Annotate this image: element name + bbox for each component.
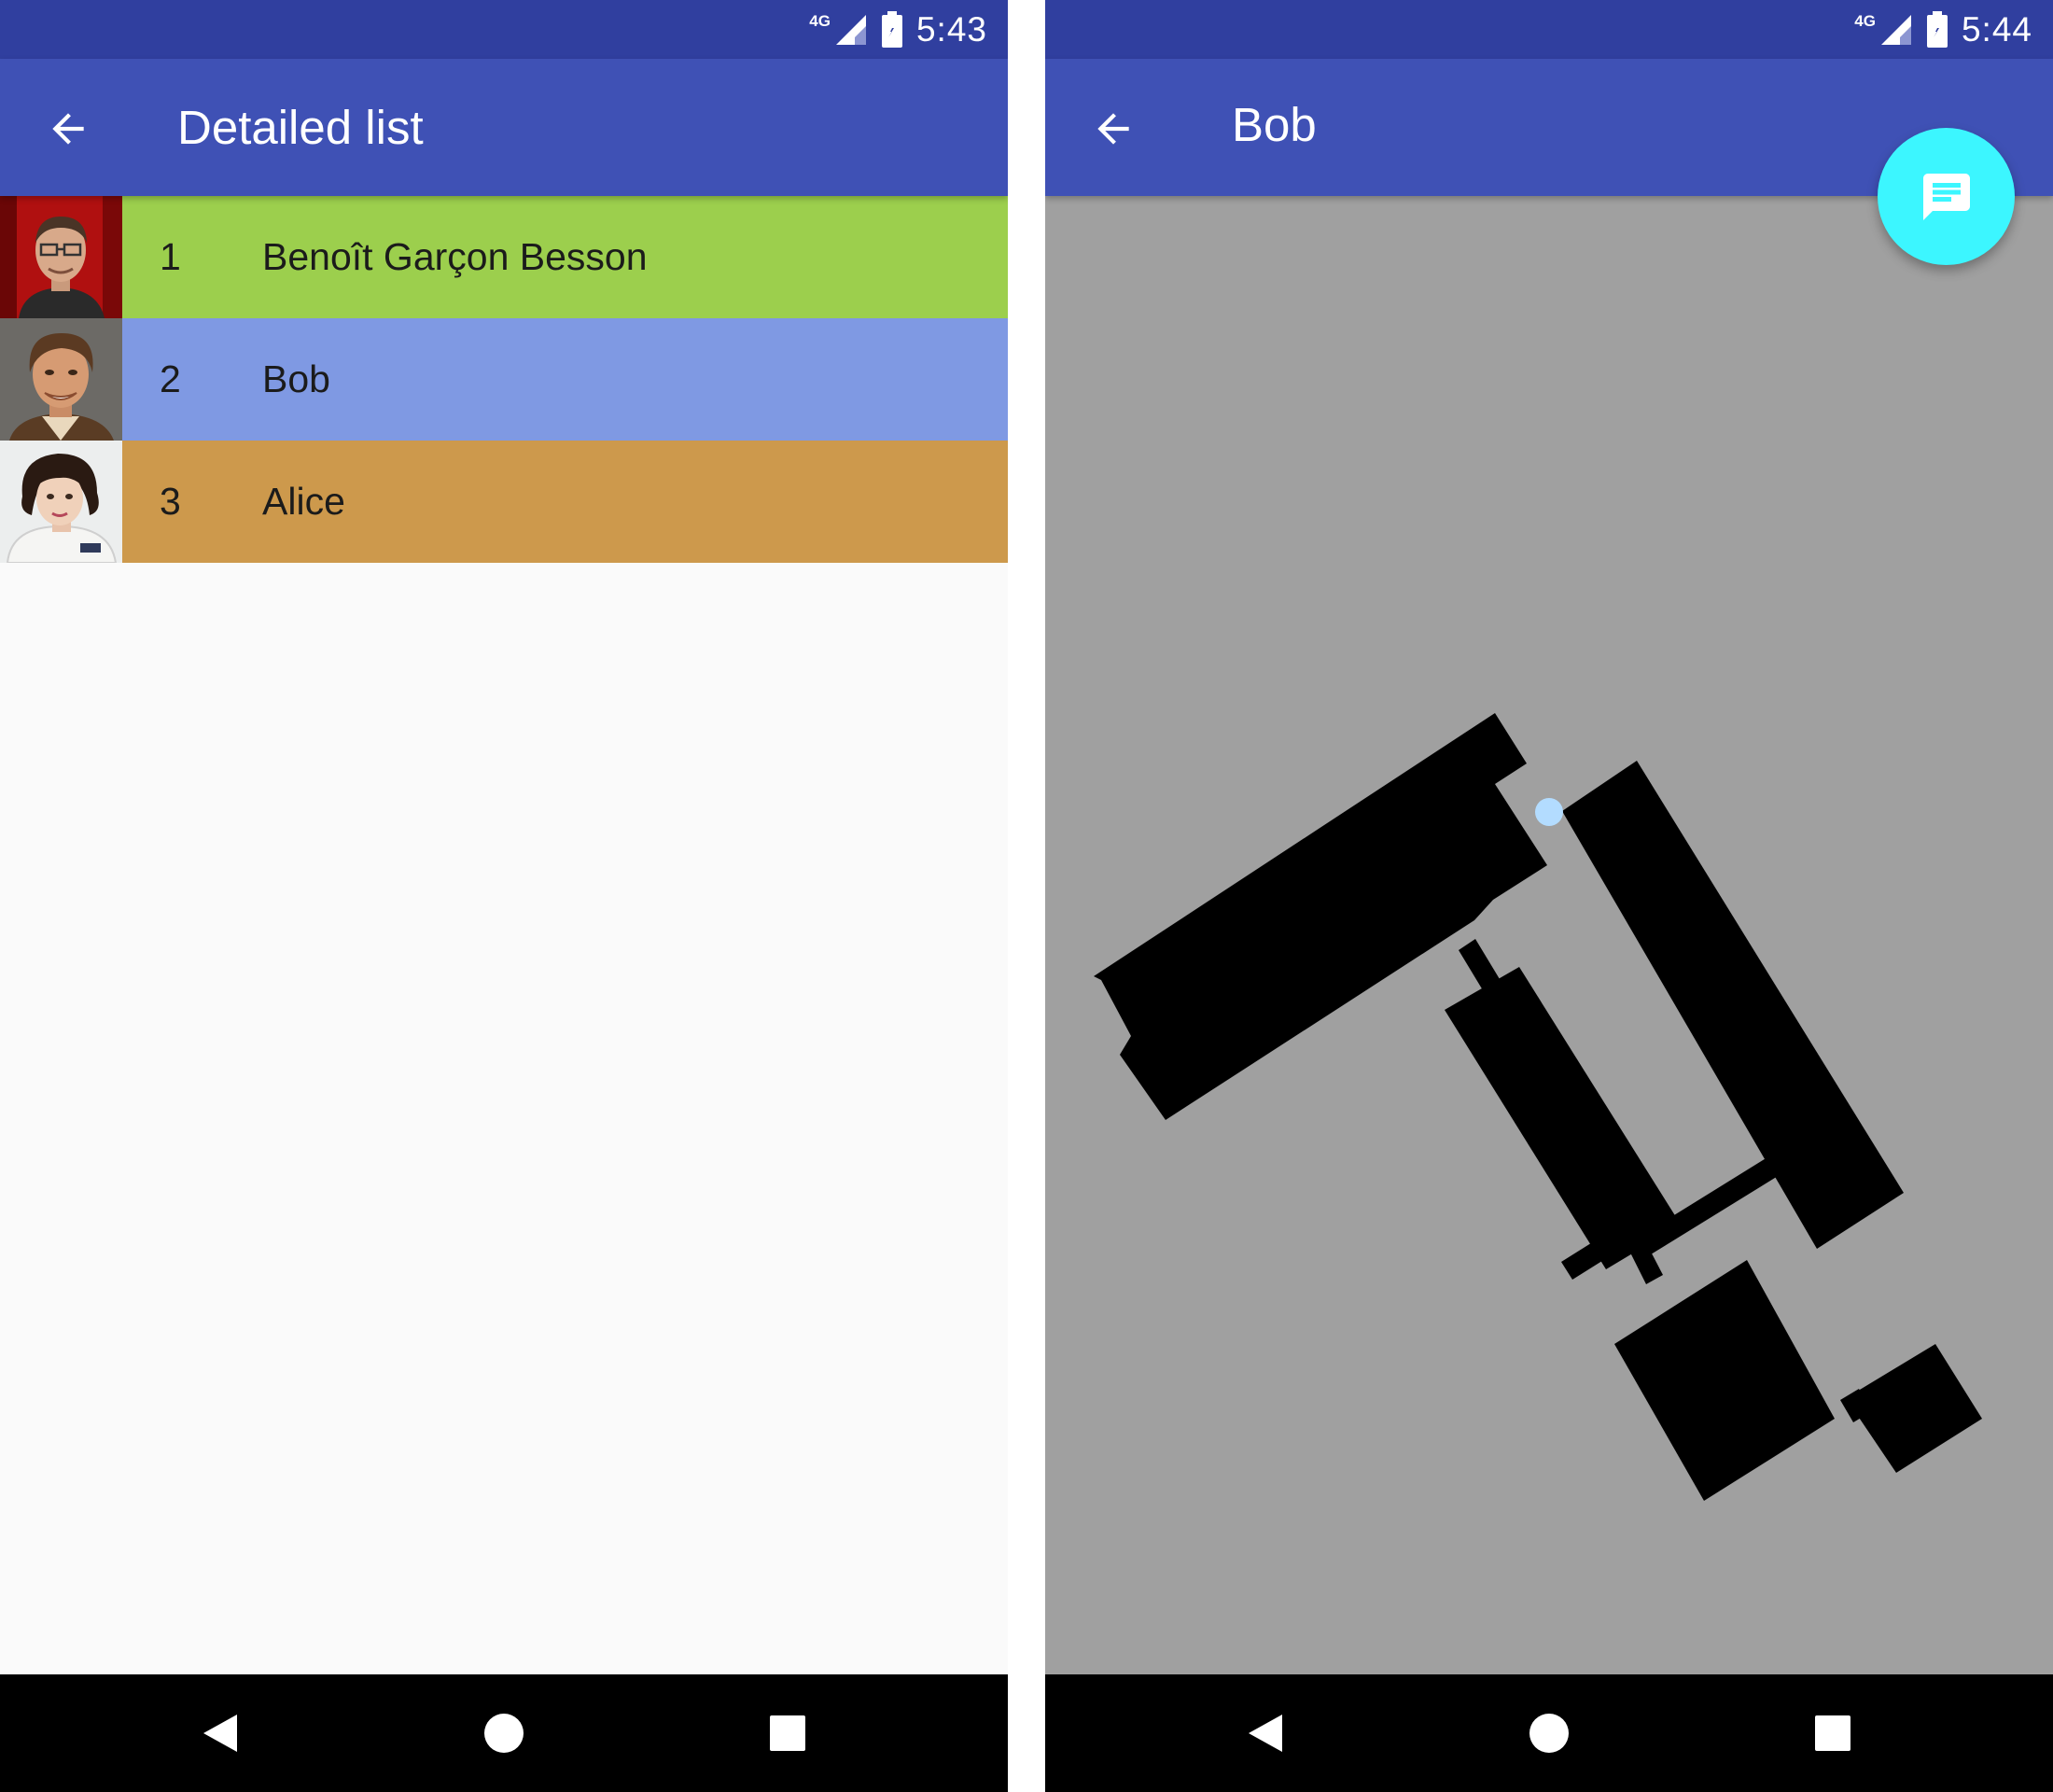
status-icons: 4G 5:44 <box>1854 0 2032 59</box>
list-item[interactable]: 3 Alice <box>0 441 1008 563</box>
list-item[interactable]: 1 Benoît Garçon Besson <box>0 196 1008 318</box>
person-detail-screen: 4G 5:44 Bob <box>1045 0 2053 1792</box>
location-marker[interactable] <box>1535 798 1563 826</box>
signal-icon <box>1879 13 1913 47</box>
building-block-middle <box>1445 967 1681 1269</box>
status-clock: 5:44 <box>1961 9 2032 49</box>
nav-recents-icon <box>770 1715 805 1751</box>
item-name: Alice <box>262 480 345 523</box>
nav-recents-button[interactable] <box>760 1705 816 1761</box>
battery-charging-icon <box>881 10 903 49</box>
arrow-back-icon <box>52 113 84 145</box>
list-item[interactable]: 2 Bob <box>0 318 1008 441</box>
back-button[interactable] <box>35 96 101 161</box>
status-clock: 5:43 <box>915 9 987 49</box>
signal-icon <box>834 13 868 47</box>
person-list: 1 Benoît Garçon Besson 2 Bob 3 Alice <box>0 196 1008 563</box>
navigation-bar <box>0 1674 1008 1792</box>
item-number: 2 <box>160 357 181 400</box>
arrow-back-icon <box>1097 113 1129 145</box>
status-icons: 4G 5:43 <box>809 0 987 59</box>
nav-recents-icon <box>1815 1715 1850 1751</box>
detailed-list-screen: 4G 5:43 Detailed list 1 Benoît Garçon Be… <box>0 0 1008 1792</box>
nav-back-icon <box>203 1715 237 1752</box>
nav-home-icon <box>484 1714 524 1753</box>
toolbar: Detailed list <box>0 59 1008 196</box>
avatar <box>0 441 122 563</box>
item-number: 1 <box>160 235 181 278</box>
message-fab-button[interactable] <box>1878 128 2015 265</box>
page-title: Detailed list <box>177 101 424 154</box>
nav-back-button[interactable] <box>1237 1705 1293 1761</box>
network-type-label: 4G <box>809 11 831 30</box>
nav-back-button[interactable] <box>192 1705 248 1761</box>
avatar <box>0 196 122 318</box>
item-name: Benoît Garçon Besson <box>262 235 648 278</box>
indoor-map[interactable] <box>1045 196 2053 1674</box>
network-type-label: 4G <box>1854 11 1876 30</box>
building-block-south <box>1614 1260 1835 1501</box>
message-icon <box>1922 173 1970 220</box>
nav-home-button[interactable] <box>476 1705 532 1761</box>
nav-recents-button[interactable] <box>1805 1705 1861 1761</box>
navigation-bar <box>1045 1674 2053 1792</box>
status-bar: 4G 5:43 <box>0 0 1008 59</box>
nav-back-icon <box>1249 1715 1282 1752</box>
avatar <box>0 318 122 441</box>
page-title: Bob <box>1232 98 1317 151</box>
nav-home-button[interactable] <box>1521 1705 1577 1761</box>
nav-home-icon <box>1529 1714 1569 1753</box>
building-floor-plan <box>1094 713 1982 1501</box>
item-name: Bob <box>262 357 330 400</box>
status-bar: 4G 5:44 <box>1045 0 2053 59</box>
battery-charging-icon <box>1926 10 1948 49</box>
item-number: 3 <box>160 480 181 523</box>
back-button[interactable] <box>1081 96 1146 161</box>
